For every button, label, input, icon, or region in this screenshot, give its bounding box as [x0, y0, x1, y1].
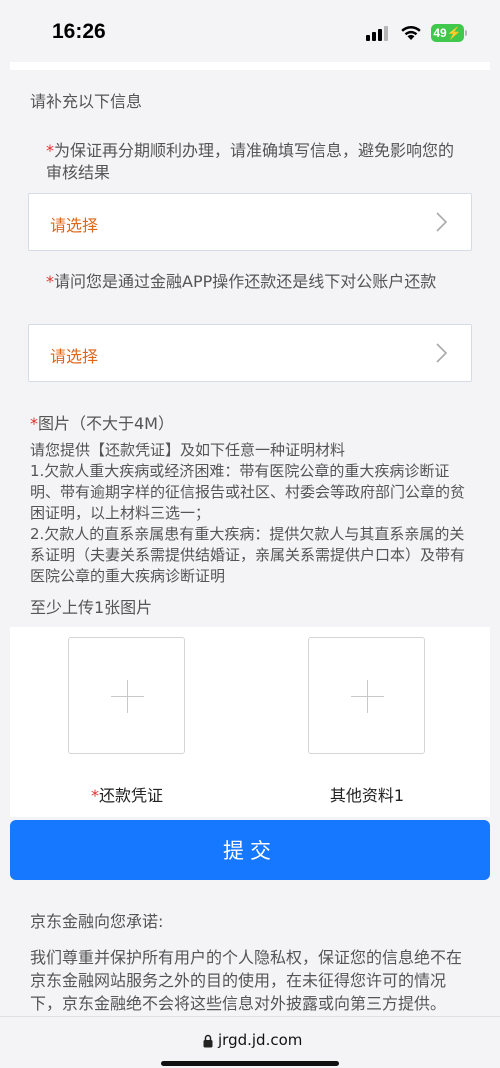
description-line: 1.欠款人重大疾病或经济困难：带有医院公章的重大疾病诊断证明、带有逾期字样的征信… [30, 462, 466, 522]
chevron-right-icon [436, 343, 448, 363]
lock-icon [203, 1034, 213, 1048]
home-indicator [161, 1061, 339, 1066]
required-mark: * [46, 141, 54, 160]
battery-indicator: 49⚡ [431, 24, 464, 42]
question1-label: *为保证再分期顺利办理，请准确填写信息，避免影响您的审核结果 [46, 140, 466, 184]
upload-label-other-material: 其他资料1 [287, 782, 447, 806]
chevron-right-icon [436, 212, 448, 232]
section-title: 请补充以下信息 [30, 92, 143, 111]
upload-label-text: 还款凭证 [98, 786, 163, 805]
required-mark: * [46, 272, 54, 291]
min-upload-hint: 至少上传1张图片 [30, 598, 153, 617]
wifi-icon [401, 25, 421, 40]
upload-slot-other-material[interactable] [308, 637, 425, 754]
required-mark: * [30, 414, 38, 433]
status-time: 16:26 [52, 20, 106, 43]
submit-button[interactable]: 提交 [10, 820, 490, 880]
upload-label-text: 其他资料1 [329, 786, 405, 805]
images-title: *图片（不大于4M） [30, 410, 174, 434]
question1-select-placeholder: 请选择 [50, 216, 99, 235]
images-description: 请您提供【还款凭证】及如下任意一种证明材料 1.欠款人重大疾病或经济困难：带有医… [30, 440, 470, 587]
upload-slot-repayment-proof[interactable] [68, 637, 185, 754]
cellular-signal-icon [366, 25, 392, 41]
url-text: jrgd.jd.com [218, 1031, 303, 1049]
status-bar: 16:26 49⚡ [0, 0, 500, 62]
required-mark: * [90, 786, 99, 805]
question1-select[interactable]: 请选择 [28, 193, 472, 251]
description-line: 2.欠款人的直系亲属患有重大疾病：提供欠款人与其直系亲属的关系证明（夫妻关系需提… [30, 525, 466, 585]
question2-text: 请问您是通过金融APP操作还款还是线下对公账户还款 [54, 272, 437, 291]
question2-select-placeholder: 请选择 [50, 347, 99, 366]
previous-card-edge [10, 62, 490, 70]
question2-select[interactable]: 请选择 [28, 324, 472, 382]
upload-label-repayment-proof: *还款凭证 [47, 782, 207, 806]
promise-title: 京东金融向您承诺: [30, 912, 164, 931]
battery-tip [465, 30, 467, 36]
question1-text: 为保证再分期顺利办理，请准确填写信息，避免影响您的审核结果 [46, 141, 455, 182]
upload-area: *还款凭证 其他资料1 [10, 627, 490, 817]
promise-body: 我们尊重并保护所有用户的个人隐私权，保证您的信息绝不在京东金融网站服务之外的目的… [30, 948, 463, 1013]
battery-level: 49 [433, 26, 447, 40]
charging-bolt-icon: ⚡ [446, 26, 462, 40]
images-title-text: 图片（不大于4M） [38, 414, 174, 433]
question2-label: *请问您是通过金融APP操作还款还是线下对公账户还款 [46, 271, 466, 293]
description-line: 请您提供【还款凭证】及如下任意一种证明材料 [30, 441, 346, 459]
